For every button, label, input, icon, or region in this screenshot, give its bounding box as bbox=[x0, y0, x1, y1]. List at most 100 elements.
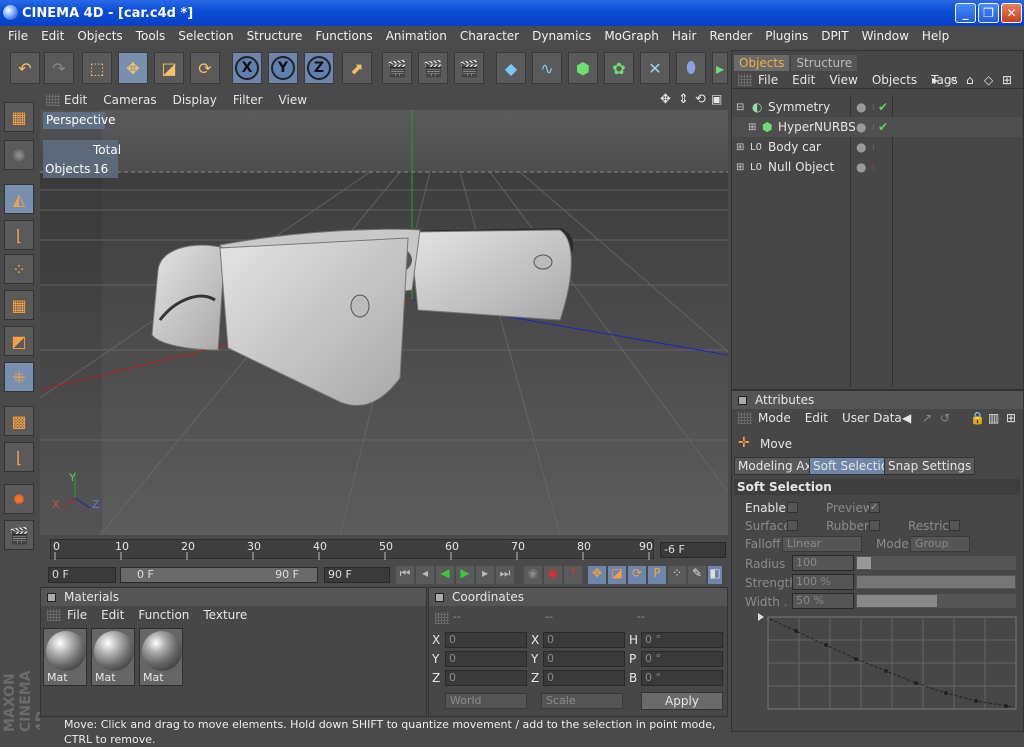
attributes-menu-mode[interactable]: Mode bbox=[758, 411, 791, 425]
render-visibility-icon[interactable]: ⁝ bbox=[872, 123, 875, 132]
key-parameter-icon[interactable]: P bbox=[648, 566, 666, 584]
layout-icon[interactable]: ▦ bbox=[4, 102, 34, 132]
menu-file[interactable]: File bbox=[8, 29, 28, 43]
use-edges-tool-icon[interactable]: ▦ bbox=[4, 290, 34, 320]
menu-character[interactable]: Character bbox=[460, 29, 519, 43]
rotation-b-field[interactable]: 0 ° bbox=[641, 670, 723, 686]
falloff-curve-graph[interactable] bbox=[756, 611, 1018, 711]
back-arrow-icon[interactable]: ◀ bbox=[902, 411, 911, 425]
expand-icon[interactable]: ⊞ bbox=[736, 162, 744, 173]
history-icon[interactable]: ↺ bbox=[940, 411, 950, 425]
expand-icon[interactable]: ⊞ bbox=[736, 142, 744, 153]
frame-range-slider[interactable]: 0 F 90 F bbox=[120, 567, 318, 583]
start-frame-field[interactable]: 0 F bbox=[48, 567, 116, 583]
panel-toggle-icon[interactable] bbox=[738, 395, 747, 405]
cube-primitive-icon[interactable]: ◆ bbox=[496, 52, 526, 84]
scale-x-field[interactable]: 0 bbox=[543, 632, 625, 648]
new-window-icon[interactable]: ⊞ bbox=[1006, 411, 1016, 425]
objects-menu-edit[interactable]: Edit bbox=[792, 73, 815, 87]
go-to-end-icon[interactable]: ⏭ bbox=[496, 566, 514, 584]
coordinate-system-icon[interactable]: ⬈ bbox=[342, 52, 372, 84]
minimize-button[interactable]: _ bbox=[955, 3, 976, 23]
menu-objects[interactable]: Objects bbox=[77, 29, 122, 43]
viewport-zoom-icon[interactable]: ⇕ bbox=[678, 92, 689, 107]
surface-checkbox[interactable] bbox=[787, 520, 798, 531]
enable-checkbox[interactable] bbox=[787, 502, 798, 513]
use-object-axis-icon[interactable]: ⌊ bbox=[4, 220, 34, 250]
materials-menu-function[interactable]: Function bbox=[138, 608, 189, 622]
use-polygons-tool-icon[interactable]: ◩ bbox=[4, 326, 34, 356]
menu-dynamics[interactable]: Dynamics bbox=[532, 29, 591, 43]
viewport-menu-cameras[interactable]: Cameras bbox=[103, 93, 156, 107]
material-swatch[interactable]: Mat bbox=[91, 628, 135, 686]
viewport-menu-filter[interactable]: Filter bbox=[233, 93, 263, 107]
visibility-dot-icon[interactable]: ● bbox=[856, 160, 866, 174]
materials-menu-texture[interactable]: Texture bbox=[203, 608, 247, 622]
mode-select[interactable]: Group bbox=[910, 536, 970, 552]
autokeying-icon[interactable]: ◉ bbox=[544, 566, 562, 584]
viewport-menu-display[interactable]: Display bbox=[173, 93, 217, 107]
previous-frame-icon[interactable]: ◂ bbox=[416, 566, 434, 584]
snapping-icon[interactable]: ✹ bbox=[4, 484, 34, 514]
more-tools-icon[interactable]: ▸ bbox=[712, 52, 728, 84]
home-icon[interactable]: ⌂ bbox=[966, 73, 974, 87]
keyframe-selection-icon[interactable]: ? bbox=[564, 566, 582, 584]
visibility-dot-icon[interactable]: ● bbox=[856, 100, 866, 114]
use-points-tool-icon[interactable]: ⁘ bbox=[4, 254, 34, 284]
use-model-tool-icon[interactable]: ◭ bbox=[4, 184, 34, 214]
more-keys-icon[interactable]: ◧ bbox=[708, 566, 722, 584]
next-frame-icon[interactable]: ▸ bbox=[476, 566, 494, 584]
apply-button[interactable]: Apply bbox=[641, 692, 723, 710]
visibility-dot-icon[interactable]: ● bbox=[856, 120, 866, 134]
viewport-maximize-icon[interactable]: ▣ bbox=[711, 92, 722, 106]
move-tool-icon[interactable]: ✥ bbox=[118, 52, 148, 84]
spline-icon[interactable]: ∿ bbox=[532, 52, 562, 84]
link-icon[interactable]: ▥ bbox=[988, 411, 999, 425]
scale-z-field[interactable]: 0 bbox=[543, 670, 625, 686]
attributes-menu-edit[interactable]: Edit bbox=[805, 411, 828, 425]
new-window-icon[interactable]: ⊞ bbox=[1002, 73, 1012, 87]
preview-checkbox[interactable]: ✓ bbox=[869, 502, 880, 513]
attributes-menu-user-data[interactable]: User Data bbox=[842, 411, 902, 425]
render-view-icon[interactable]: 🎬 bbox=[382, 52, 412, 84]
back-icon[interactable]: ◇ bbox=[984, 73, 993, 87]
viewport-rotate-icon[interactable]: ⟲ bbox=[695, 92, 706, 107]
render-visibility-icon[interactable]: ⁝ bbox=[872, 143, 875, 152]
texture-tool-icon[interactable]: ▩ bbox=[4, 406, 34, 436]
z-axis-lock-button[interactable]: Z bbox=[304, 52, 334, 84]
menu-animation[interactable]: Animation bbox=[386, 29, 447, 43]
size-mode-select[interactable]: Scale bbox=[541, 693, 623, 709]
menu-render[interactable]: Render bbox=[709, 29, 752, 43]
render-picture-viewer-icon[interactable]: 🎬 bbox=[418, 52, 448, 84]
object-row-null-object[interactable]: ⊞ L0 Null Object ● ⁝ bbox=[732, 157, 1022, 177]
tweak-mode-icon[interactable]: ⁜ bbox=[4, 362, 34, 392]
strength-field[interactable]: 100 % bbox=[792, 574, 854, 590]
rotation-h-field[interactable]: 0 ° bbox=[641, 632, 723, 648]
animation-record-icon[interactable]: 🎬 bbox=[4, 520, 34, 550]
menu-plugins[interactable]: Plugins bbox=[765, 29, 808, 43]
scale-tool-icon[interactable]: ◪ bbox=[154, 52, 184, 84]
objects-menu-objects[interactable]: Objects bbox=[872, 73, 917, 87]
object-row-hypernurbs[interactable]: ⊞ ⬢ HyperNURBS ● ⁝ ✔ bbox=[732, 117, 1022, 137]
rotate-tool-icon[interactable]: ⟳ bbox=[190, 52, 220, 84]
render-visibility-icon[interactable]: ⁝ bbox=[872, 163, 875, 172]
current-frame-field[interactable]: -6 F bbox=[660, 542, 726, 558]
radius-field[interactable]: 100 bbox=[792, 555, 854, 571]
menu-edit[interactable]: Edit bbox=[41, 29, 64, 43]
x-axis-lock-button[interactable]: X bbox=[232, 52, 262, 84]
object-row-body-car[interactable]: ⊞ L0 Body car ● ⁝ bbox=[732, 137, 1022, 157]
material-swatch[interactable]: Mat bbox=[43, 628, 87, 686]
tab-structure[interactable]: Structure bbox=[791, 55, 858, 71]
restore-button[interactable]: ❐ bbox=[978, 3, 999, 23]
key-scale-icon[interactable]: ◪ bbox=[608, 566, 626, 584]
key-rotation-icon[interactable]: ⟳ bbox=[628, 566, 646, 584]
width-slider[interactable] bbox=[856, 594, 1016, 608]
render-settings-icon[interactable]: 🎬 bbox=[454, 52, 484, 84]
position-z-field[interactable]: 0 bbox=[445, 670, 527, 686]
undo-icon[interactable]: ↶ bbox=[10, 52, 40, 84]
menu-dpit[interactable]: DPIT bbox=[821, 29, 848, 43]
render-visibility-icon[interactable]: ⁝ bbox=[872, 103, 875, 112]
key-position-icon[interactable]: ✥ bbox=[588, 566, 606, 584]
redo-icon[interactable]: ↷ bbox=[44, 52, 74, 84]
viewport-menu-view[interactable]: View bbox=[279, 93, 307, 107]
